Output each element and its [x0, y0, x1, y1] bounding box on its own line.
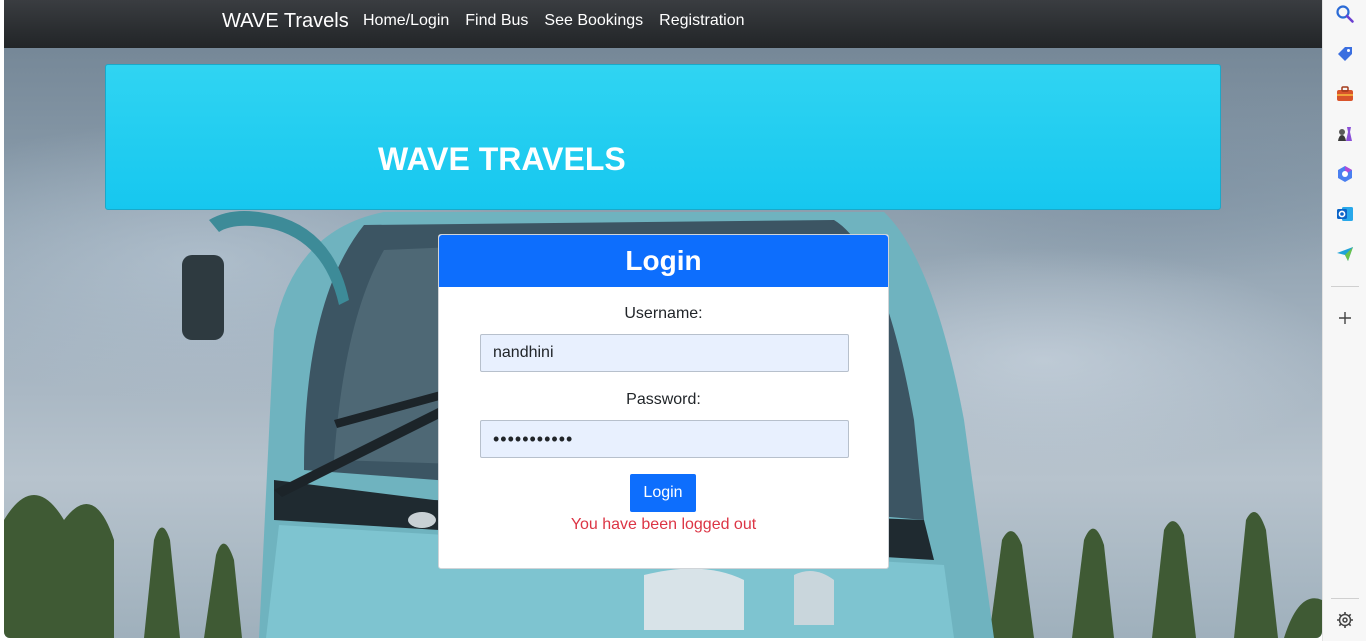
login-card: Login Username: Password: Login You have… [438, 234, 889, 569]
username-label: Username: [624, 305, 703, 322]
nav-link-find-bus[interactable]: Find Bus [465, 12, 528, 30]
username-input[interactable] [480, 334, 849, 372]
login-heading: Login [439, 235, 888, 287]
hero-banner: WAVE TRAVELS [105, 64, 1221, 210]
copilot-icon[interactable] [1335, 164, 1355, 184]
password-label: Password: [626, 391, 701, 408]
logout-message: You have been logged out [570, 516, 757, 533]
nav-link-registration[interactable]: Registration [659, 12, 744, 30]
password-input[interactable] [480, 420, 849, 458]
page-viewport: WAVE Travels Home/Login Find Bus See Boo… [4, 0, 1322, 638]
browser-side-panel [1322, 0, 1366, 641]
side-divider [1331, 286, 1359, 287]
search-icon[interactable] [1335, 4, 1355, 24]
nav-link-see-bookings[interactable]: See Bookings [544, 12, 643, 30]
side-divider [1331, 598, 1359, 599]
chess-icon[interactable] [1335, 124, 1355, 144]
briefcase-icon[interactable] [1335, 84, 1355, 104]
hero-title: WAVE TRAVELS [378, 141, 626, 177]
nav-link-home-login[interactable]: Home/Login [363, 12, 449, 30]
navbar-brand[interactable]: WAVE Travels [222, 10, 349, 33]
send-icon[interactable] [1335, 244, 1355, 264]
top-navbar: WAVE Travels Home/Login Find Bus See Boo… [4, 0, 1322, 48]
settings-icon[interactable] [1335, 610, 1355, 630]
outlook-icon[interactable] [1335, 204, 1355, 224]
nav-links: Home/Login Find Bus See Bookings Registr… [363, 12, 745, 30]
tag-icon[interactable] [1335, 44, 1355, 64]
add-icon[interactable] [1335, 308, 1355, 328]
login-button[interactable]: Login [630, 474, 696, 512]
